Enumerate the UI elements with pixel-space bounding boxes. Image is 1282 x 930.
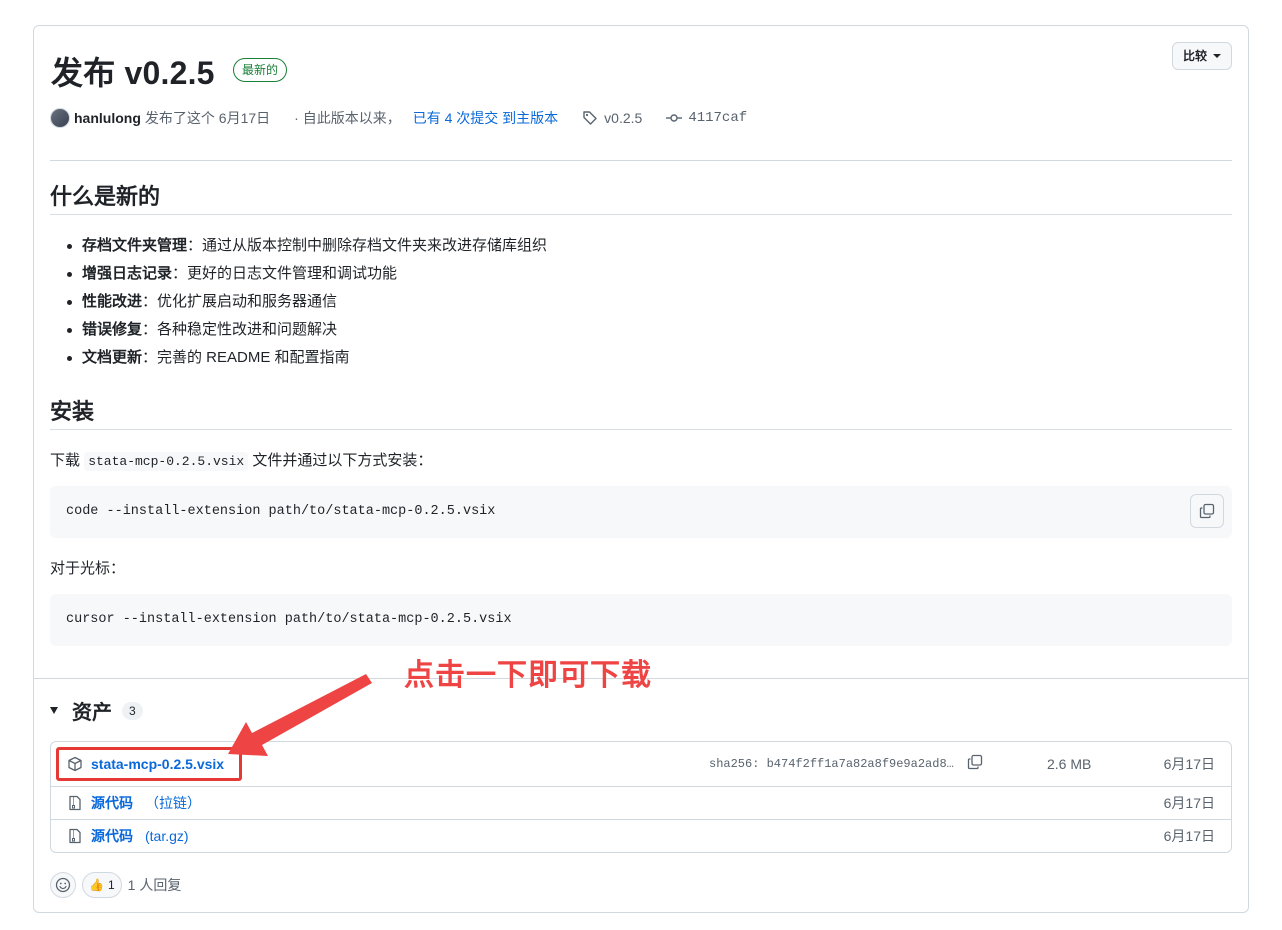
annotation-text: 点击一下即可下载 [404, 658, 652, 693]
annotation-arrow-icon [228, 674, 372, 756]
